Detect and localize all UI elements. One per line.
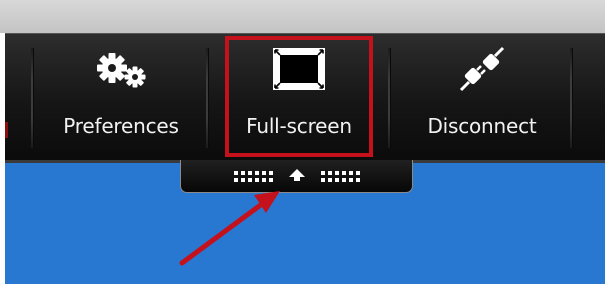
toolbar-separator — [31, 48, 33, 148]
disconnect-button[interactable]: Disconnect — [412, 36, 552, 156]
disconnect-label: Disconnect — [427, 114, 537, 138]
toolbar-separator — [570, 48, 572, 148]
preferences-button[interactable]: Preferences — [56, 36, 186, 156]
gears-icon — [90, 36, 152, 102]
up-arrow-icon — [287, 167, 307, 186]
toolbar-separator — [206, 48, 208, 148]
unplug-icon — [457, 36, 507, 102]
preferences-label: Preferences — [63, 114, 179, 138]
annotation-arrow-icon — [179, 191, 280, 266]
toolbar-separator — [388, 48, 390, 148]
toolbar-edge-accent — [5, 122, 8, 138]
window-top-strip — [0, 0, 605, 33]
grip-dots-left — [233, 170, 273, 182]
fullscreen-highlight-frame — [225, 36, 373, 157]
grip-dots-right — [320, 170, 360, 182]
